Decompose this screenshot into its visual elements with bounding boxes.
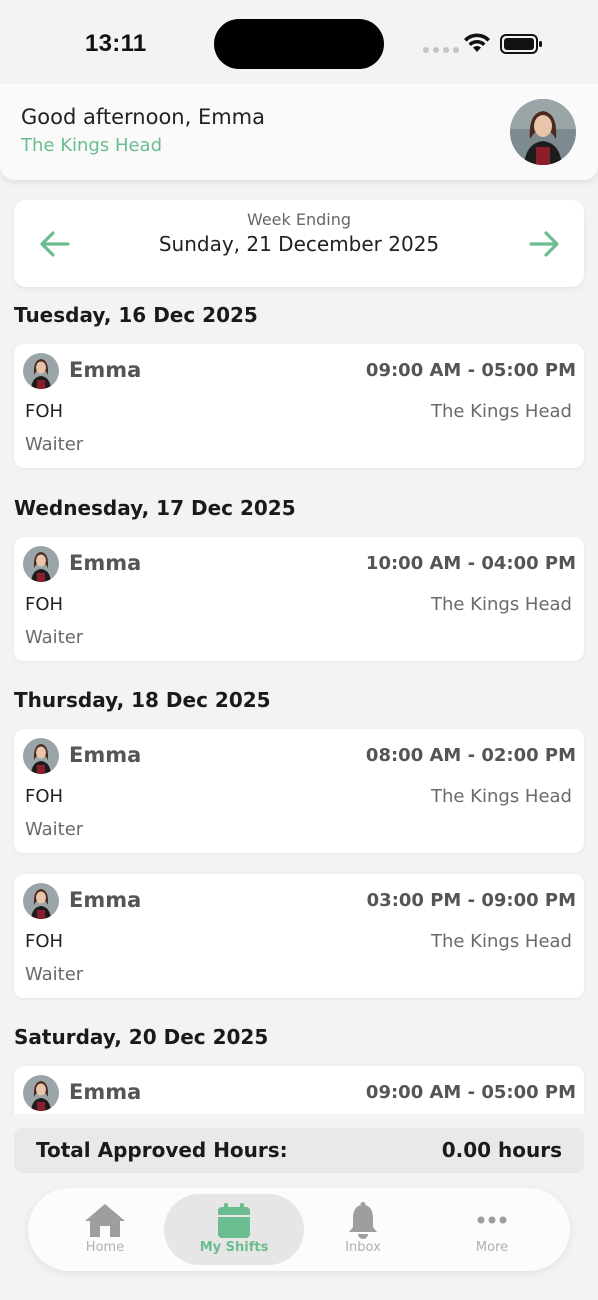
shift-card[interactable]: Emma 10:00 AM - 04:00 PM FOH The Kings H… [14, 537, 584, 661]
battery-icon [500, 34, 542, 54]
shift-venue: The Kings Head [430, 786, 572, 807]
shift-department: FOH [25, 594, 64, 615]
total-approved-hours-bar: Total Approved Hours: 0.00 hours [14, 1128, 584, 1173]
day-heading: Wednesday, 17 Dec 2025 [14, 496, 296, 520]
week-selector: Week Ending Sunday, 21 December 2025 [14, 200, 584, 287]
shift-avatar [23, 883, 59, 919]
shift-venue: The Kings Head [430, 594, 572, 615]
shift-time: 09:00 AM - 05:00 PM [365, 1082, 576, 1103]
shift-venue: The Kings Head [430, 931, 572, 952]
shift-list[interactable]: Tuesday, 16 Dec 2025 Emma 09:00 AM - 05:… [0, 290, 598, 1114]
shift-time: 03:00 PM - 09:00 PM [366, 890, 576, 911]
calendar-icon [218, 1203, 250, 1238]
week-ending-date: Sunday, 21 December 2025 [158, 232, 440, 256]
total-hours-label: Total Approved Hours: [36, 1138, 288, 1162]
next-week-arrow-icon[interactable] [527, 229, 561, 259]
shift-employee-name: Emma [69, 888, 142, 912]
total-hours-value: 0.00 hours [441, 1138, 562, 1162]
shift-card[interactable]: Emma 03:00 PM - 09:00 PM FOH The Kings H… [14, 874, 584, 998]
tab-more[interactable]: More [422, 1194, 562, 1265]
tab-more-label: More [475, 1240, 509, 1255]
shift-role: Waiter [25, 819, 84, 840]
shift-avatar [23, 353, 59, 389]
shift-employee-name: Emma [69, 743, 142, 767]
day-heading: Saturday, 20 Dec 2025 [14, 1025, 269, 1049]
shift-department: FOH [25, 401, 64, 422]
bottom-tab-bar: Home My Shifts Inbox More [28, 1188, 570, 1271]
tab-home[interactable]: Home [35, 1194, 175, 1265]
shift-avatar [23, 738, 59, 774]
shift-role: Waiter [25, 964, 84, 985]
shift-role: Waiter [25, 627, 84, 648]
app-header: Good afternoon, Emma The Kings Head [0, 84, 598, 180]
shift-card[interactable]: Emma 09:00 AM - 05:00 PM FOH The Kings H… [14, 344, 584, 468]
shift-venue: The Kings Head [430, 401, 572, 422]
home-icon [85, 1204, 125, 1237]
tab-my-shifts[interactable]: My Shifts [164, 1194, 304, 1265]
shift-time: 09:00 AM - 05:00 PM [365, 360, 576, 381]
week-ending-caption: Week Ending [246, 210, 352, 229]
wifi-icon [464, 33, 490, 52]
dynamic-island [214, 19, 384, 69]
status-bar: 13:11 [0, 0, 598, 84]
tab-inbox[interactable]: Inbox [293, 1194, 433, 1265]
shift-card[interactable]: Emma 09:00 AM - 05:00 PM [14, 1066, 584, 1114]
shift-department: FOH [25, 786, 64, 807]
shift-employee-name: Emma [69, 358, 142, 382]
profile-avatar[interactable] [510, 99, 576, 165]
cellular-signal-icon [423, 47, 459, 53]
shift-avatar [23, 546, 59, 582]
greeting-text: Good afternoon, Emma [21, 105, 266, 129]
day-heading: Tuesday, 16 Dec 2025 [14, 303, 258, 327]
tab-my-shifts-label: My Shifts [199, 1240, 269, 1255]
shift-department: FOH [25, 931, 64, 952]
shift-avatar [23, 1075, 59, 1111]
venue-name: The Kings Head [21, 135, 163, 156]
tab-home-label: Home [85, 1240, 125, 1255]
tab-inbox-label: Inbox [345, 1240, 381, 1255]
shift-employee-name: Emma [69, 1080, 142, 1104]
status-time: 13:11 [85, 30, 147, 57]
bell-icon [349, 1202, 377, 1239]
shift-time: 10:00 AM - 04:00 PM [365, 553, 576, 574]
shift-role: Waiter [25, 434, 84, 455]
shift-employee-name: Emma [69, 551, 142, 575]
shift-card[interactable]: Emma 08:00 AM - 02:00 PM FOH The Kings H… [14, 729, 584, 853]
day-heading: Thursday, 18 Dec 2025 [14, 688, 271, 712]
shift-time: 08:00 AM - 02:00 PM [365, 745, 576, 766]
more-icon [477, 1216, 507, 1224]
